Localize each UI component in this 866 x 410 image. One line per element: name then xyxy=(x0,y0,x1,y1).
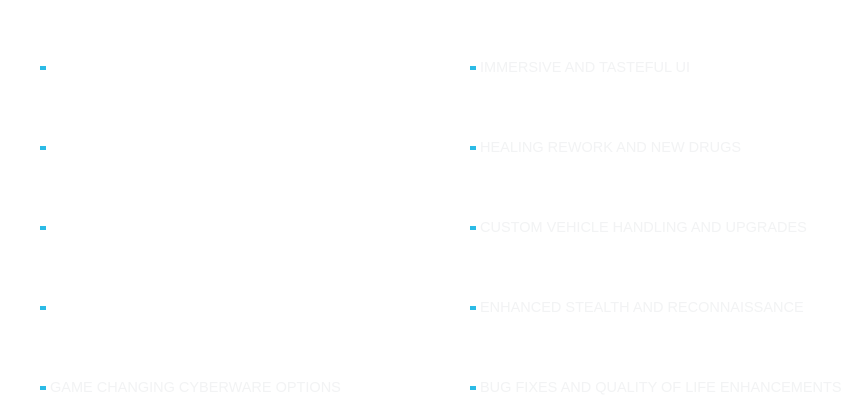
list-item: IMMERSIVE AND TASTEFUL UI xyxy=(470,60,690,76)
square-bullet-icon xyxy=(470,226,476,230)
list-item: ENHANCED STEALTH AND RECONNAISSANCE xyxy=(470,300,804,316)
list-item xyxy=(40,300,50,316)
list-item: BUG FIXES AND QUALITY OF LIFE ENHANCEMEN… xyxy=(470,380,842,396)
square-bullet-icon xyxy=(470,386,476,390)
square-bullet-icon xyxy=(470,306,476,310)
square-bullet-icon xyxy=(40,306,46,310)
feature-label: BUG FIXES AND QUALITY OF LIFE ENHANCEMEN… xyxy=(480,380,842,396)
square-bullet-icon xyxy=(40,226,46,230)
feature-label: GAME CHANGING CYBERWARE OPTIONS xyxy=(50,380,341,396)
square-bullet-icon xyxy=(40,66,46,70)
feature-label: CUSTOM VEHICLE HANDLING AND UPGRADES xyxy=(480,220,807,236)
square-bullet-icon xyxy=(40,146,46,150)
square-bullet-icon xyxy=(470,66,476,70)
list-item xyxy=(40,60,50,76)
list-item: HEALING REWORK AND NEW DRUGS xyxy=(470,140,741,156)
list-item: GAME CHANGING CYBERWARE OPTIONS xyxy=(40,380,341,396)
feature-label: HEALING REWORK AND NEW DRUGS xyxy=(480,140,742,156)
feature-label: ENHANCED STEALTH AND RECONNAISSANCE xyxy=(480,300,804,316)
list-item xyxy=(40,220,50,236)
feature-list: GAME CHANGING CYBERWARE OPTIONS IMMERSIV… xyxy=(0,0,866,410)
square-bullet-icon xyxy=(470,146,476,150)
feature-label: IMMERSIVE AND TASTEFUL UI xyxy=(480,60,691,76)
list-item: CUSTOM VEHICLE HANDLING AND UPGRADES xyxy=(470,220,807,236)
list-item xyxy=(40,140,50,156)
square-bullet-icon xyxy=(40,386,46,390)
